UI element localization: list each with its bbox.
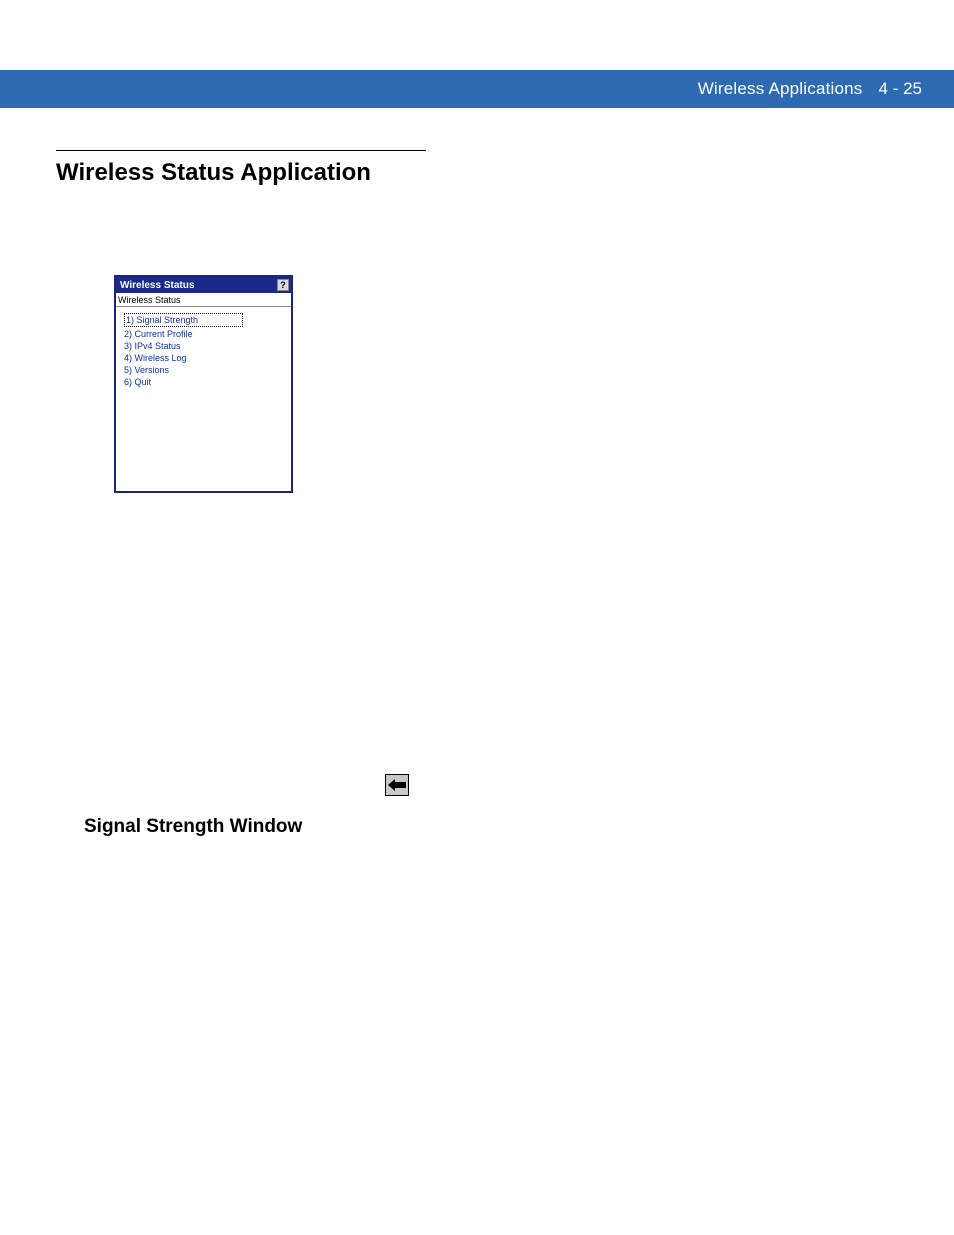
menu-item-quit[interactable]: 6) Quit [124, 376, 291, 388]
menu-item-signal-strength[interactable]: 1) Signal Strength [124, 313, 243, 327]
help-button[interactable]: ? [277, 279, 289, 291]
section-title: Wireless Status Application [56, 159, 914, 187]
menu-item-versions[interactable]: 5) Versions [124, 364, 291, 376]
subsection-title: Signal Strength Window [84, 816, 302, 838]
back-arrow-icon [385, 774, 409, 796]
window-title: Wireless Status [120, 280, 194, 291]
window-title-bar: Wireless Status ? [116, 277, 291, 293]
section-divider [56, 150, 426, 151]
menu-item-ipv4-status[interactable]: 3) IPv4 Status [124, 340, 291, 352]
menu-item-current-profile[interactable]: 2) Current Profile [124, 328, 291, 340]
window-sub-header: Wireless Status [116, 293, 291, 307]
menu-item-wireless-log[interactable]: 4) Wireless Log [124, 352, 291, 364]
page-header: Wireless Applications 4 - 25 [0, 70, 954, 108]
page-number: 4 - 25 [879, 79, 922, 99]
content-area: Wireless Status Application [56, 150, 914, 227]
chapter-title: Wireless Applications [698, 79, 863, 99]
menu-list: 1) Signal Strength 2) Current Profile 3)… [124, 310, 291, 388]
wireless-status-screenshot: Wireless Status ? Wireless Status 1) Sig… [114, 275, 293, 493]
